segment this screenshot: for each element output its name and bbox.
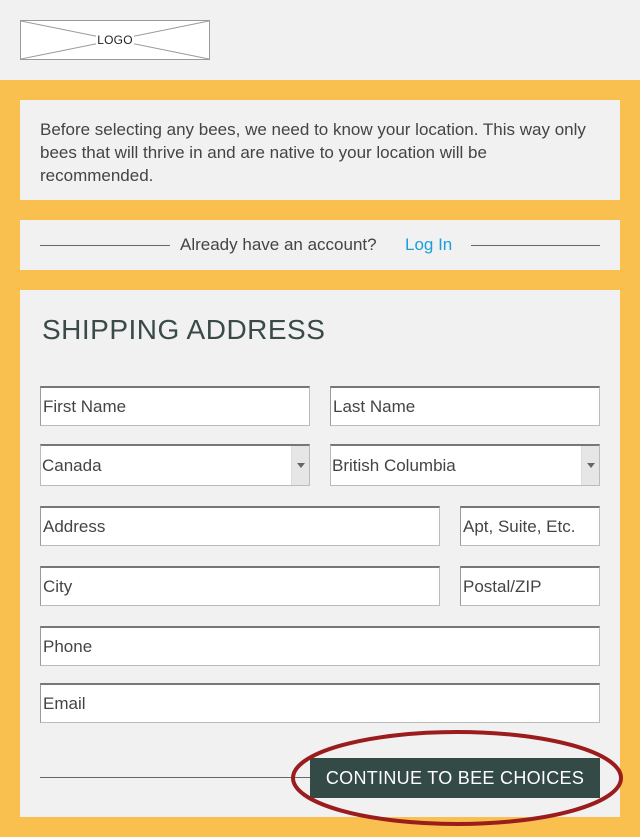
email-input[interactable] (41, 685, 599, 722)
first-name-input[interactable] (41, 388, 309, 425)
first-name-field[interactable] (40, 386, 310, 426)
logo-placeholder[interactable]: LOGO (20, 20, 210, 60)
last-name-field[interactable] (330, 386, 600, 426)
chevron-down-icon[interactable] (581, 446, 599, 485)
phone-field[interactable] (40, 626, 600, 666)
city-input[interactable] (41, 568, 439, 605)
postal-input[interactable] (461, 568, 599, 605)
last-name-input[interactable] (331, 388, 599, 425)
address-field[interactable] (40, 506, 440, 546)
location-notice: Before selecting any bees, we need to kn… (20, 100, 620, 200)
apt-input[interactable] (461, 508, 599, 545)
login-prompt: Already have an account? (180, 235, 377, 254)
country-value: Canada (42, 455, 102, 475)
apt-field[interactable] (460, 506, 600, 546)
divider-right (471, 245, 600, 246)
country-select[interactable]: Canada (40, 444, 310, 486)
login-link[interactable]: Log In (405, 220, 452, 270)
phone-input[interactable] (41, 628, 599, 665)
login-bar: Already have an account? Log In (20, 220, 620, 270)
email-field[interactable] (40, 683, 600, 723)
province-select[interactable]: British Columbia (330, 444, 600, 486)
address-input[interactable] (41, 508, 439, 545)
postal-field[interactable] (460, 566, 600, 606)
bottom-divider (40, 777, 310, 778)
form-title: SHIPPING ADDRESS (42, 314, 326, 345)
continue-button[interactable]: CONTINUE TO BEE CHOICES (310, 758, 600, 798)
city-field[interactable] (40, 566, 440, 606)
shipping-form: SHIPPING ADDRESS Canada British Columbia (20, 290, 620, 817)
main-panel: Before selecting any bees, we need to kn… (0, 80, 640, 837)
logo-text: LOGO (96, 33, 134, 47)
chevron-down-icon[interactable] (291, 446, 309, 485)
province-value: British Columbia (332, 455, 456, 475)
page-header: LOGO (0, 0, 640, 80)
divider-left (40, 245, 170, 246)
